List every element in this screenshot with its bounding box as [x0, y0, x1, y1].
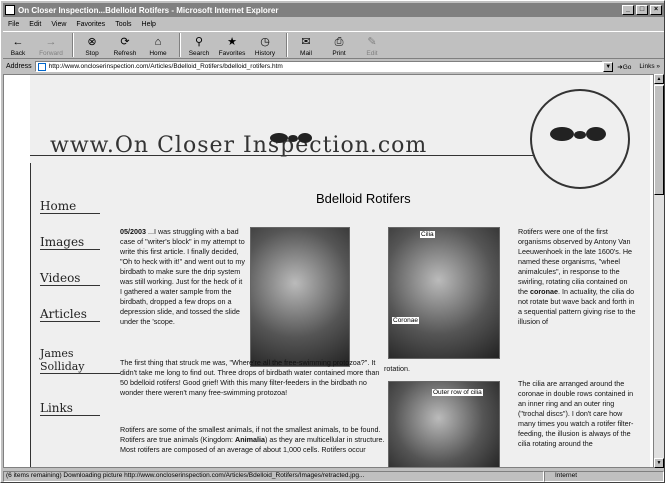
- vertical-scrollbar[interactable]: ▲ ▼: [654, 74, 664, 468]
- toolbar-label: Stop: [85, 50, 99, 57]
- toolbar-label: Favorites: [218, 50, 246, 57]
- window-title: On Closer Inspection...Bdelloid Rotifers…: [18, 5, 279, 15]
- cilia-callout: Cilia: [420, 231, 435, 238]
- ant-emblem-icon: [530, 89, 630, 189]
- rotifer-cilia-photo[interactable]: [388, 227, 500, 359]
- outer-cilia-callout: Outer row of cilia: [432, 389, 483, 396]
- favorites-icon: ★: [227, 36, 237, 48]
- ie-logo-icon: [5, 5, 15, 15]
- nav-images[interactable]: Images: [40, 235, 100, 250]
- scroll-up-button[interactable]: ▲: [654, 74, 664, 84]
- status-text: (6 items remaining) Downloading picture …: [3, 470, 544, 482]
- scroll-thumb[interactable]: [654, 85, 664, 195]
- kingdom-name: Animalia: [235, 435, 266, 444]
- back-arrow-icon: ←: [12, 36, 24, 48]
- print-button[interactable]: ⎙ Print: [324, 32, 354, 58]
- article-date: 05/2003: [120, 227, 146, 236]
- home-icon: ⌂: [154, 36, 162, 48]
- history-button[interactable]: ◷ History: [250, 32, 280, 58]
- toolbar-label: Forward: [39, 50, 63, 57]
- nav-home[interactable]: Home: [40, 199, 100, 214]
- menu-tools[interactable]: Tools: [110, 21, 136, 28]
- title-bar: On Closer Inspection...Bdelloid Rotifers…: [3, 3, 664, 17]
- home-button[interactable]: ⌂ Home: [143, 32, 173, 58]
- toolbar-label: Edit: [366, 50, 378, 57]
- address-label: Address: [6, 63, 32, 70]
- address-url: http://www.oncloserinspection.com/Articl…: [48, 63, 283, 70]
- toolbar-separator: [72, 33, 74, 57]
- toolbar-label: Back: [10, 50, 26, 57]
- security-zone: Internet: [544, 470, 664, 482]
- toolbar-label: History: [254, 50, 276, 57]
- forward-arrow-icon: →: [45, 36, 57, 48]
- coronae-term: coronae: [530, 287, 558, 296]
- toolbar-label: Search: [188, 50, 210, 57]
- favorites-button[interactable]: ★ Favorites: [217, 32, 247, 58]
- menu-favorites[interactable]: Favorites: [71, 21, 110, 28]
- rotation-word: rotation.: [384, 364, 410, 373]
- article-paragraph-1: 05/2003 ...I was struggling with a bad c…: [120, 227, 246, 327]
- mail-button[interactable]: ✉ Mail: [291, 32, 321, 58]
- maximize-button[interactable]: □: [636, 5, 648, 15]
- refresh-icon: ⟳: [120, 36, 130, 48]
- forward-button[interactable]: → Forward: [36, 32, 66, 58]
- article-paragraph-3: Rotifers are some of the smallest animal…: [120, 425, 385, 455]
- history-icon: ◷: [260, 36, 270, 48]
- ant-logo-icon: [260, 121, 320, 151]
- menu-help[interactable]: Help: [137, 21, 161, 28]
- page-viewport: www.On Closer Inspection.com Home Images V…: [3, 74, 654, 468]
- search-icon: ⚲: [194, 36, 204, 48]
- right-paragraph-2: The cilia are arranged around the corona…: [518, 379, 634, 448]
- menu-edit[interactable]: Edit: [24, 21, 46, 28]
- nav-links[interactable]: Links: [40, 401, 100, 416]
- page-icon: [37, 62, 46, 71]
- rotifer-photo-1[interactable]: [250, 227, 350, 367]
- standard-toolbar: ← Back → Forward ⊗ Stop ⟳ Refresh ⌂ Home ⚲ Search ★ F…: [3, 31, 664, 59]
- coronae-callout: Coronae: [392, 317, 419, 324]
- refresh-button[interactable]: ⟳ Refresh: [110, 32, 140, 58]
- stop-button[interactable]: ⊗ Stop: [77, 32, 107, 58]
- menu-file[interactable]: File: [3, 21, 24, 28]
- toolbar-label: Print: [332, 50, 346, 57]
- search-button[interactable]: ⚲ Search: [184, 32, 214, 58]
- mail-icon: ✉: [301, 36, 311, 48]
- scroll-down-button[interactable]: ▼: [654, 458, 664, 468]
- edit-icon: ✎: [367, 36, 377, 48]
- status-bar: (6 items remaining) Downloading picture …: [3, 470, 664, 482]
- right-paragraph-1: Rotifers were one of the first organisms…: [518, 227, 636, 327]
- toolbar-label: Mail: [300, 50, 312, 57]
- address-input[interactable]: http://www.oncloserinspection.com/Articl…: [34, 61, 604, 72]
- minimize-button[interactable]: _: [622, 5, 634, 15]
- links-button[interactable]: Links »: [639, 63, 660, 70]
- edit-button[interactable]: ✎ Edit: [357, 32, 387, 58]
- menu-bar: File Edit View Favorites Tools Help: [3, 18, 664, 30]
- address-bar: Address http://www.oncloserinspection.co…: [3, 60, 664, 73]
- back-button[interactable]: ← Back: [3, 32, 33, 58]
- print-icon: ⎙: [334, 36, 344, 48]
- article-paragraph-2: The first thing that struck me was, "Whe…: [120, 358, 380, 397]
- web-page: www.On Closer Inspection.com Home Images V…: [30, 75, 650, 467]
- toolbar-separator: [179, 33, 181, 57]
- right-1a: Rotifers were one of the first organisms…: [518, 227, 633, 296]
- nav-divider: [30, 163, 31, 467]
- address-dropdown-button[interactable]: ▼: [603, 61, 614, 72]
- menu-view[interactable]: View: [46, 21, 71, 28]
- nav-articles[interactable]: Articles: [40, 307, 100, 322]
- go-button[interactable]: ➜Go: [617, 63, 631, 71]
- browser-window: On Closer Inspection...Bdelloid Rotifers…: [0, 0, 665, 483]
- nav-james-solliday[interactable]: James Solliday: [40, 347, 120, 374]
- toolbar-label: Home: [149, 50, 167, 57]
- stop-icon: ⊗: [87, 36, 97, 48]
- paragraph-1-text: ...I was struggling with a bad case of "…: [120, 227, 245, 326]
- close-button[interactable]: ×: [650, 5, 662, 15]
- nav-videos[interactable]: Videos: [40, 271, 100, 286]
- toolbar-separator: [286, 33, 288, 57]
- page-title: Bdelloid Rotifers: [316, 191, 411, 206]
- toolbar-label: Refresh: [113, 50, 137, 57]
- logo-underline: [30, 155, 535, 156]
